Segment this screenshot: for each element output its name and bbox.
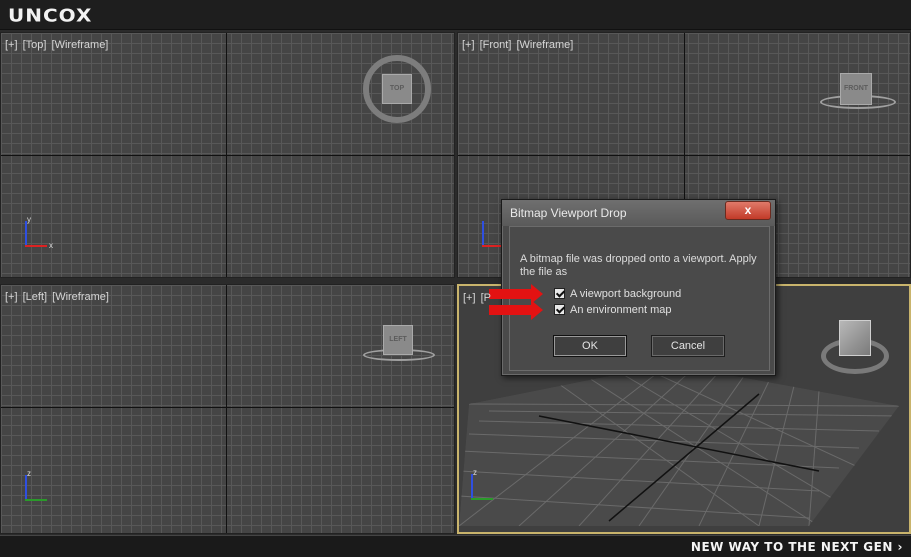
dialog-title: Bitmap Viewport Drop — [510, 206, 627, 220]
checkbox-viewport-background[interactable]: A viewport background — [554, 288, 681, 300]
checkbox-label: A viewport background — [570, 288, 682, 300]
viewcube-face[interactable]: FRONT — [840, 73, 872, 105]
checkbox-environment-map[interactable]: An environment map — [554, 304, 672, 316]
cancel-button[interactable]: Cancel — [651, 335, 725, 357]
ok-button[interactable]: OK — [553, 335, 627, 357]
tagline: NEW WAY TO THE NEXT GEN › — [690, 540, 903, 554]
viewport-left[interactable]: [+] [Left] [Wireframe] LEFT z — [0, 284, 455, 534]
footer-bar: NEW WAY TO THE NEXT GEN › — [0, 535, 911, 557]
viewport-label-left[interactable]: [+] [Left] [Wireframe] — [5, 291, 111, 303]
header-bar: UNCOX — [0, 0, 911, 30]
viewport-view-menu[interactable]: [Front] — [480, 39, 512, 51]
dialog-message: A bitmap file was dropped onto a viewpor… — [520, 253, 757, 278]
checkbox-label: An environment map — [570, 304, 672, 316]
viewport-menu-plus[interactable]: [+] — [462, 39, 475, 51]
viewport-label-front[interactable]: [+] [Front] [Wireframe] — [462, 39, 575, 51]
viewport-shading-menu[interactable]: [Wireframe] — [52, 39, 109, 51]
axis-label-z: z — [27, 469, 31, 478]
viewcube-face[interactable]: TOP — [382, 74, 412, 104]
viewport-label-top[interactable]: [+] [Top] [Wireframe] — [5, 39, 110, 51]
viewport-menu-plus[interactable]: [+] — [5, 39, 18, 51]
viewport-shading-menu[interactable]: [Wireframe] — [52, 291, 109, 303]
viewport-label-perspective[interactable]: [+] [P — [463, 292, 493, 304]
viewport-view-menu[interactable]: [Top] — [23, 39, 47, 51]
viewport-view-menu[interactable]: [P — [481, 292, 491, 304]
axis-label-z: z — [473, 468, 477, 477]
viewport-top[interactable]: [+] [Top] [Wireframe] TOP y x — [0, 32, 455, 278]
grid-axis-vertical — [226, 285, 227, 533]
axis-tripod-icon: z — [23, 469, 57, 507]
close-button[interactable]: x — [725, 201, 771, 220]
checkbox-checked-icon[interactable] — [554, 304, 565, 315]
viewcube-face[interactable]: LEFT — [383, 325, 413, 355]
grid-axis-horizontal — [458, 155, 910, 156]
axis-tripod-icon: y x — [23, 215, 57, 253]
grid-axis-horizontal — [1, 155, 454, 156]
viewport-menu-plus[interactable]: [+] — [463, 292, 476, 304]
close-icon: x — [744, 203, 752, 217]
grid-axis-horizontal — [1, 407, 454, 408]
viewport-shading-menu[interactable]: [Wireframe] — [516, 39, 573, 51]
annotation-arrow-icon — [489, 284, 543, 304]
uncox-logo: UNCOX — [8, 4, 93, 26]
viewport-view-menu[interactable]: [Left] — [23, 291, 47, 303]
axis-tripod-icon: z — [469, 468, 503, 506]
annotation-arrow-icon — [489, 300, 543, 320]
checkbox-checked-icon[interactable] — [554, 288, 565, 299]
axis-label-y: y — [27, 215, 31, 224]
viewcube-face[interactable] — [839, 320, 871, 356]
viewport-menu-plus[interactable]: [+] — [5, 291, 18, 303]
axis-label-x: x — [49, 241, 53, 250]
